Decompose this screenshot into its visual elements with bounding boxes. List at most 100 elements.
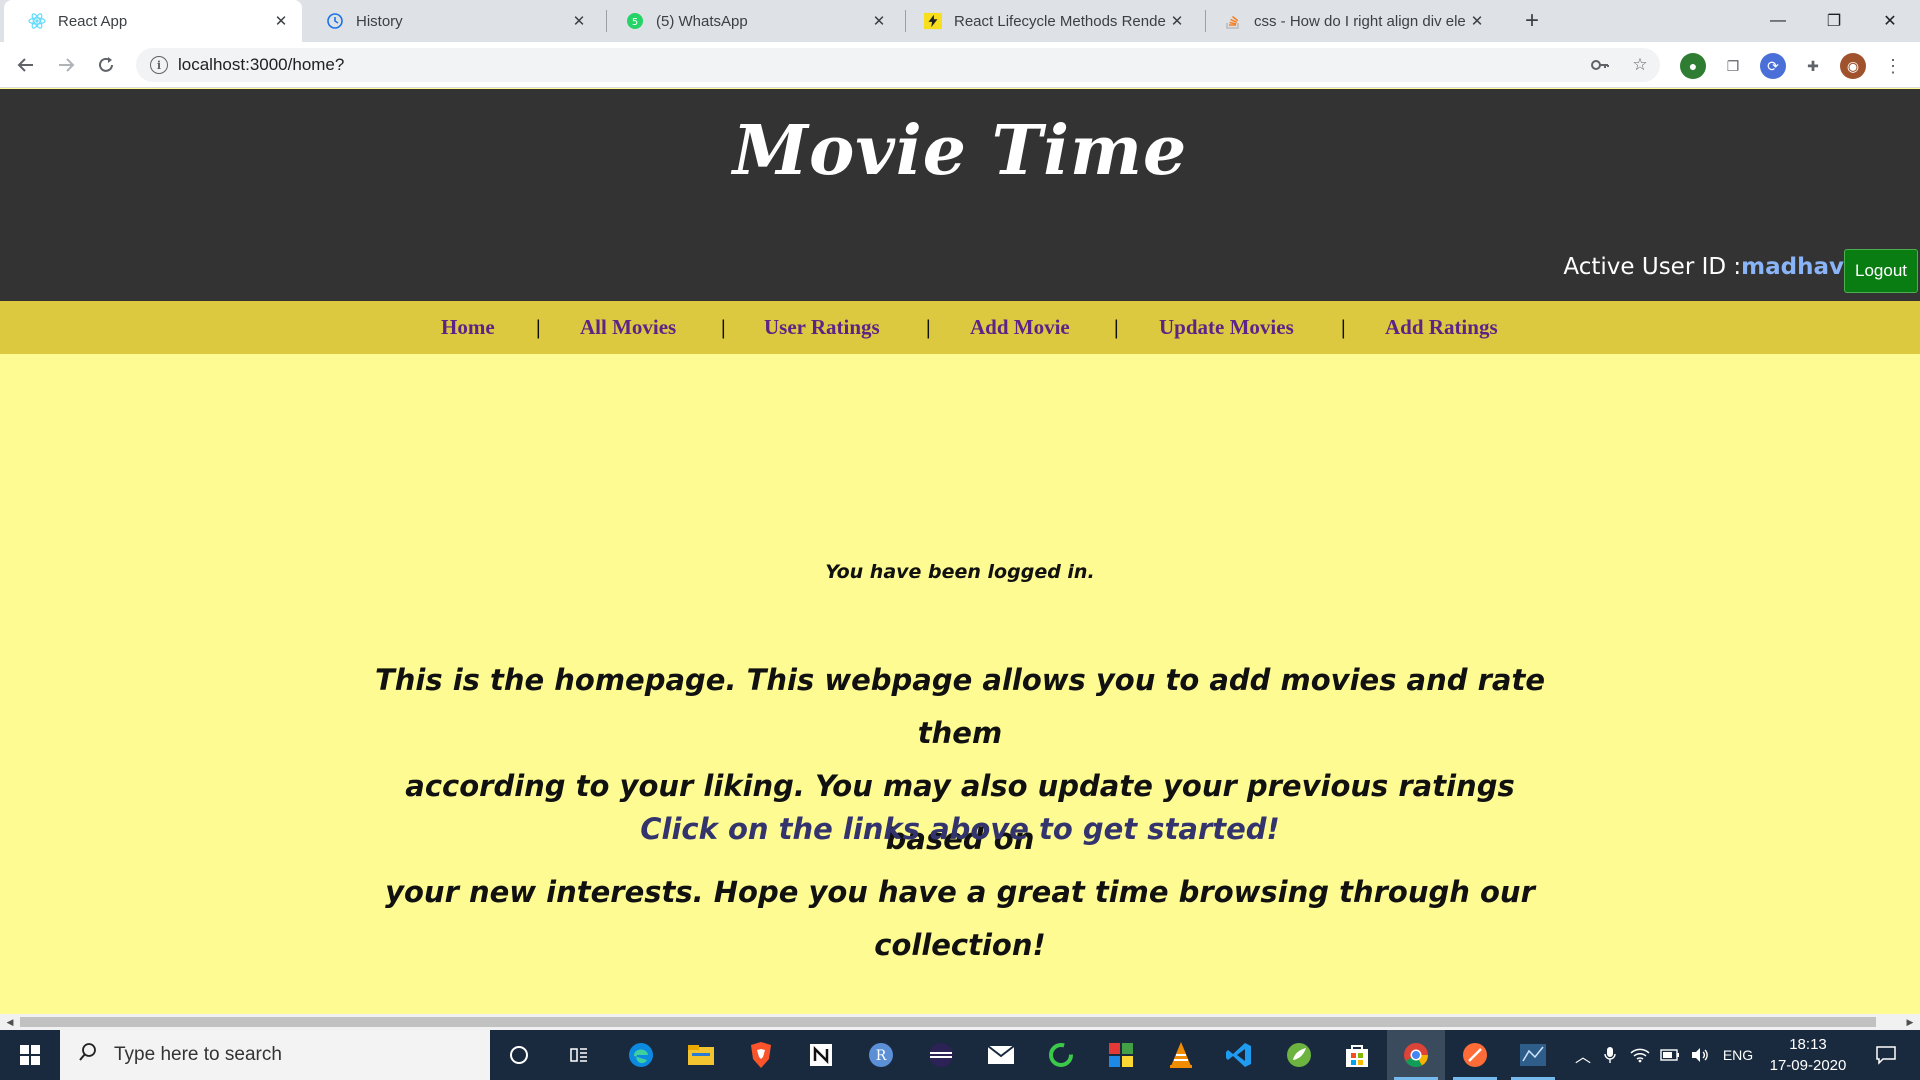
address-bar[interactable]: i localhost:3000/home? ☆ [136,48,1660,82]
new-tab-button[interactable]: + [1516,5,1548,37]
back-button[interactable] [10,49,42,81]
whatsapp-icon: 5 [626,12,644,30]
site-info-icon[interactable]: i [150,56,168,74]
active-user-info: Active User ID :madhav [1563,254,1844,280]
extension-globe-icon[interactable]: ● [1680,53,1706,79]
tab-title: css - How do I right align div eler [1254,12,1466,30]
active-user-id: madhav [1741,254,1844,280]
tab-title: React App [58,12,128,30]
network-tool-icon[interactable] [1516,1039,1550,1071]
login-message: You have been logged in. [825,561,1095,583]
brave-icon[interactable] [744,1039,778,1071]
task-view-icon[interactable] [562,1039,596,1071]
forward-button[interactable] [50,49,82,81]
close-icon[interactable]: ✕ [1466,10,1488,32]
notifications-icon[interactable] [1866,1030,1906,1080]
reload-button[interactable] [90,49,122,81]
search-placeholder: Type here to search [114,1044,282,1065]
clock-time: 18:13 [1789,1036,1827,1053]
extension-sync-icon[interactable]: ⟳ [1760,53,1786,79]
arrow-right-icon [59,58,75,72]
extensions-puzzle-icon[interactable]: ✚ [1800,53,1826,79]
scroll-right-icon[interactable]: ▶ [1902,1015,1918,1029]
nav-separator: | [721,315,726,339]
close-icon[interactable]: ✕ [270,10,292,32]
volume-icon[interactable] [1688,1030,1712,1080]
nav-link-home[interactable]: Home [441,315,495,340]
profile-avatar[interactable]: ◉ [1840,53,1866,79]
start-button[interactable] [0,1030,60,1080]
horizontal-scrollbar[interactable]: ◀ ▶ [0,1014,1920,1030]
language-indicator[interactable]: ENG [1718,1030,1758,1080]
close-icon[interactable]: ✕ [1166,10,1188,32]
main-content: You have been logged in. This is the hom… [0,354,1920,1014]
microphone-icon[interactable] [1598,1030,1622,1080]
url-text: localhost:3000/home? [178,55,345,74]
edge-icon[interactable] [624,1039,658,1071]
taskbar-clock[interactable]: 18:13 17-09-2020 [1760,1034,1856,1076]
tab-stackoverflow[interactable]: css - How do I right align div eler ✕ [1200,0,1498,42]
sync-app-icon[interactable] [1044,1039,1078,1071]
r-icon[interactable]: R [864,1039,898,1071]
nav-separator: | [1114,315,1119,339]
cortana-icon[interactable] [502,1039,536,1071]
intro-line: This is the homepage. This webpage allow… [374,663,1546,750]
browser-tabstrip: React App ✕ History ✕ 5 (5) WhatsApp ✕ R… [0,0,1920,42]
taskbar-search[interactable]: Type here to search [60,1030,490,1080]
nav-separator: | [926,315,931,339]
restore-button[interactable]: ❐ [1806,0,1862,42]
nav-link-add-ratings[interactable]: Add Ratings [1385,315,1498,340]
mail-icon[interactable] [984,1039,1018,1071]
logout-button[interactable]: Logout [1844,249,1918,293]
active-user-label: Active User ID : [1563,254,1742,280]
search-icon [76,1042,100,1068]
wifi-icon[interactable] [1628,1030,1652,1080]
minimize-button[interactable]: — [1750,0,1806,42]
tab-title: (5) WhatsApp [656,12,748,30]
eclipse-icon[interactable] [924,1039,958,1071]
chrome-icon[interactable] [1399,1039,1433,1071]
nav-link-user-ratings[interactable]: User Ratings [764,315,880,340]
intro-line: your new interests. Hope you have a grea… [385,875,1535,962]
cta-text: Click on the links above to get started! [640,812,1280,846]
tab-whatsapp[interactable]: 5 (5) WhatsApp ✕ [602,0,900,42]
site-title: Movie Time [732,111,1188,191]
tab-history[interactable]: History ✕ [302,0,600,42]
scrollbar-thumb[interactable] [20,1017,1876,1027]
close-icon[interactable]: ✕ [868,10,890,32]
file-explorer-icon[interactable] [684,1039,718,1071]
battery-icon[interactable] [1658,1030,1682,1080]
more-menu-icon[interactable]: ⋮ [1880,53,1906,79]
windows-taskbar: Type here to search R ︿ ENG 18:13 17-09-… [0,1030,1920,1080]
vscode-icon[interactable] [1222,1039,1256,1071]
vlc-icon[interactable] [1164,1039,1198,1071]
nav-link-all-movies[interactable]: All Movies [580,315,676,340]
tab-title: History [356,12,403,30]
nav-separator: | [1341,315,1346,339]
close-window-button[interactable]: ✕ [1862,0,1918,42]
tray-chevron-icon[interactable]: ︿ [1572,1030,1594,1080]
page-header: Movie Time Active User ID :madhav Logout [0,89,1920,301]
close-icon[interactable]: ✕ [568,10,590,32]
react-icon [28,12,46,30]
extension-copy-icon[interactable]: ❐ [1720,53,1746,79]
svg-text:R: R [876,1048,887,1064]
tab-react-lifecycle[interactable]: React Lifecycle Methods Render / ✕ [900,0,1198,42]
reload-icon [99,57,113,72]
scroll-left-icon[interactable]: ◀ [2,1015,18,1029]
notion-icon[interactable] [804,1039,838,1071]
bookmark-star-icon[interactable]: ☆ [1628,53,1652,77]
key-icon[interactable] [1588,53,1612,77]
nav-separator: | [536,315,541,339]
color-blocks-icon[interactable] [1104,1039,1138,1071]
browser-toolbar: i localhost:3000/home? ☆ ● ❐ ⟳ ✚ ◉ ⋮ [0,42,1920,88]
nav-link-update-movies[interactable]: Update Movies [1159,315,1294,340]
nav-link-add-movie[interactable]: Add Movie [970,315,1070,340]
history-icon [326,12,344,30]
tab-react-app[interactable]: React App ✕ [4,0,302,42]
tab-title: React Lifecycle Methods Render / [954,12,1166,30]
postman-icon[interactable] [1458,1039,1492,1071]
arrow-left-icon [17,58,33,72]
store-icon[interactable] [1340,1039,1374,1071]
spring-icon[interactable] [1282,1039,1316,1071]
